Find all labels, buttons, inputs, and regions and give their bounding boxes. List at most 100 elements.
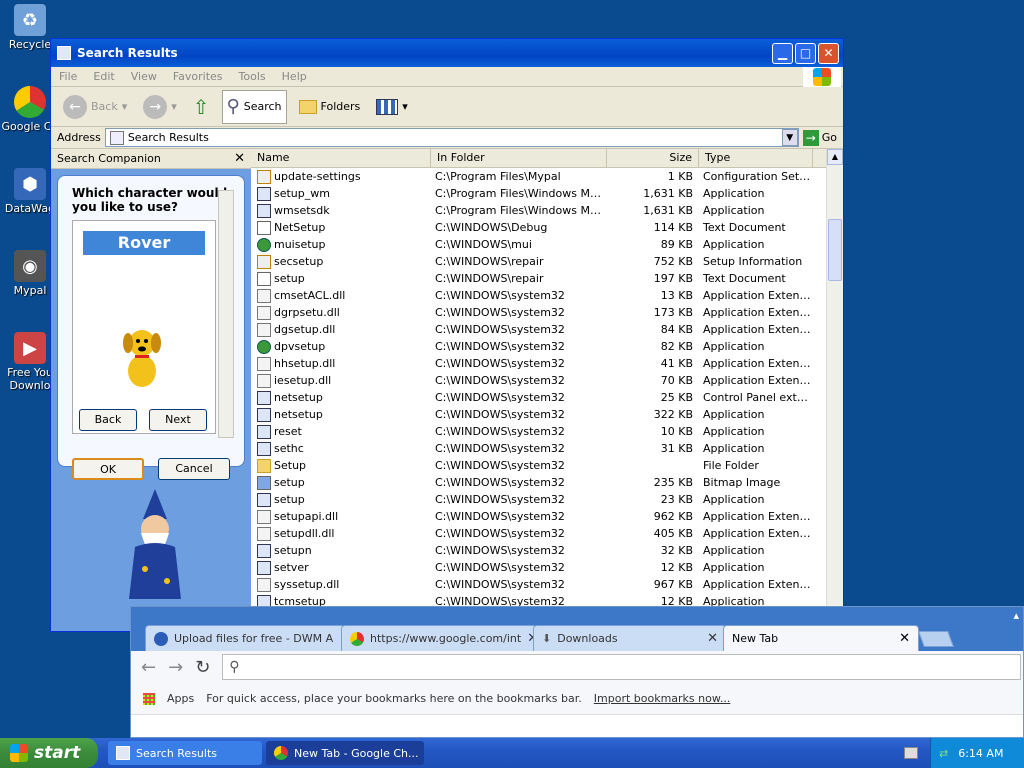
- row-folder: C:\WINDOWS\system32: [435, 459, 565, 472]
- table-row[interactable]: dgsetup.dll C:\WINDOWS\system32 84 KB Appli…: [251, 321, 843, 338]
- scroll-up-icon[interactable]: ▲: [827, 149, 843, 165]
- row-size: 752 KB: [653, 255, 693, 268]
- row-type: Application Extension: [703, 510, 813, 523]
- taskbar-item-search-results[interactable]: Search Results: [108, 741, 262, 765]
- apps-icon[interactable]: [143, 692, 155, 705]
- table-row[interactable]: iesetup.dll C:\WINDOWS\system32 70 KB Appli…: [251, 372, 843, 389]
- table-row[interactable]: Setup C:\WINDOWS\system32 File Folder: [251, 457, 843, 474]
- table-row[interactable]: cmsetACL.dll C:\WINDOWS\system32 13 KB Appl…: [251, 287, 843, 304]
- file-name: reset: [274, 425, 302, 438]
- apps-link[interactable]: Apps: [167, 692, 194, 705]
- datawag-icon: ⬢: [14, 168, 46, 200]
- menu-tools[interactable]: Tools: [239, 70, 266, 83]
- app-file-icon: [257, 560, 271, 575]
- minimize-button[interactable]: ▁: [772, 42, 793, 64]
- start-button[interactable]: start: [0, 738, 98, 768]
- table-row[interactable]: reset C:\WINDOWS\system32 10 KB Application: [251, 423, 843, 440]
- address-field[interactable]: Search Results ▼: [104, 128, 799, 147]
- row-type: File Folder: [703, 459, 759, 472]
- row-type: Application Extension: [703, 374, 813, 387]
- column-header-type[interactable]: Type: [699, 149, 813, 167]
- start-label: start: [34, 743, 81, 763]
- forward-arrow-icon[interactable]: →: [168, 657, 183, 678]
- tab-dwm[interactable]: Upload files for free - DWM A: [145, 625, 345, 651]
- dll-file-icon: [257, 288, 271, 303]
- table-row[interactable]: setup_wm C:\Program Files\Windows Medi...…: [251, 185, 843, 202]
- taskbar-item-chrome[interactable]: New Tab - Google Ch...: [266, 741, 424, 765]
- forward-button[interactable]: → ▾: [139, 90, 181, 124]
- omnibox[interactable]: ⚲: [222, 654, 1021, 680]
- scroll-thumb[interactable]: [828, 219, 842, 281]
- close-button[interactable]: ✕: [818, 42, 839, 64]
- folders-button[interactable]: Folders: [295, 90, 365, 124]
- tab-downloads[interactable]: ⬇ Downloads ✕: [533, 625, 727, 651]
- table-row[interactable]: secsetup C:\WINDOWS\repair 752 KB Setup Inf…: [251, 253, 843, 270]
- address-dropdown-icon[interactable]: ▼: [781, 129, 798, 146]
- import-bookmarks-link[interactable]: Import bookmarks now...: [594, 692, 731, 705]
- back-arrow-icon[interactable]: ←: [141, 657, 156, 678]
- reload-icon[interactable]: ↻: [195, 657, 210, 678]
- row-type: Application: [703, 425, 765, 438]
- dialog-scrollbar[interactable]: [218, 190, 234, 438]
- menu-favorites[interactable]: Favorites: [173, 70, 223, 83]
- table-row[interactable]: setup C:\WINDOWS\system32 235 KB Bitmap Ima…: [251, 474, 843, 491]
- row-type: Application: [703, 442, 765, 455]
- row-size: 197 KB: [653, 272, 693, 285]
- row-name: setup: [251, 492, 431, 507]
- tab-google[interactable]: https://www.google.com/int ✕: [341, 625, 537, 651]
- cancel-button[interactable]: Cancel: [158, 458, 230, 480]
- user-icon[interactable]: ▴: [1013, 609, 1019, 622]
- keyboard-icon[interactable]: [904, 747, 918, 759]
- network-icon[interactable]: ⇄: [939, 747, 948, 760]
- up-folder-button[interactable]: ⇧: [189, 90, 214, 124]
- menu-help[interactable]: Help: [282, 70, 307, 83]
- table-row[interactable]: syssetup.dll C:\WINDOWS\system32 967 KB App…: [251, 576, 843, 593]
- table-row[interactable]: muisetup C:\WINDOWS\mui 89 KB Application: [251, 236, 843, 253]
- table-row[interactable]: NetSetup C:\WINDOWS\Debug 114 KB Text Docum…: [251, 219, 843, 236]
- table-row[interactable]: netsetup C:\WINDOWS\system32 322 KB Applica…: [251, 406, 843, 423]
- table-row[interactable]: dpvsetup C:\WINDOWS\system32 82 KB Applicat…: [251, 338, 843, 355]
- tab-label: New Tab: [732, 632, 779, 645]
- table-row[interactable]: hhsetup.dll C:\WINDOWS\system32 41 KB Appli…: [251, 355, 843, 372]
- back-button[interactable]: ← Back ▾: [59, 90, 131, 124]
- column-header-size[interactable]: Size: [607, 149, 699, 167]
- table-row[interactable]: setupapi.dll C:\WINDOWS\system32 962 KB App…: [251, 508, 843, 525]
- column-header-name[interactable]: Name: [251, 149, 431, 167]
- table-row[interactable]: update-settings C:\Program Files\Mypal 1 K…: [251, 168, 843, 185]
- views-button[interactable]: ▾: [372, 90, 412, 124]
- menu-view[interactable]: View: [131, 70, 157, 83]
- tab-new-tab[interactable]: New Tab ✕: [723, 625, 919, 651]
- go-button[interactable]: → Go: [802, 129, 837, 146]
- maximize-button[interactable]: □: [795, 42, 816, 64]
- row-type: Text Document: [703, 272, 786, 285]
- clock[interactable]: 6:14 AM: [958, 747, 1003, 760]
- table-row[interactable]: setup C:\WINDOWS\repair 197 KB Text Documen…: [251, 270, 843, 287]
- explorer-titlebar[interactable]: Search Results ▁ □ ✕: [51, 39, 843, 67]
- table-row[interactable]: setver C:\WINDOWS\system32 12 KB Applicatio…: [251, 559, 843, 576]
- menu-edit[interactable]: Edit: [93, 70, 114, 83]
- results-scrollbar[interactable]: ▲ ▼: [826, 149, 843, 631]
- character-next-button[interactable]: Next: [149, 409, 207, 431]
- table-row[interactable]: wmsetsdk C:\Program Files\Windows Medi...…: [251, 202, 843, 219]
- table-row[interactable]: dgrpsetu.dll C:\WINDOWS\system32 173 KB App…: [251, 304, 843, 321]
- character-back-button[interactable]: Back: [79, 409, 137, 431]
- search-button[interactable]: ⚲ Search: [221, 89, 287, 124]
- menu-file[interactable]: File: [59, 70, 77, 83]
- table-row[interactable]: setupdll.dll C:\WINDOWS\system32 405 KB App…: [251, 525, 843, 542]
- close-pane-icon[interactable]: ✕: [234, 151, 245, 166]
- row-size: 32 KB: [660, 544, 693, 557]
- table-row[interactable]: sethc C:\WINDOWS\system32 31 KB Application: [251, 440, 843, 457]
- new-tab-button[interactable]: [918, 631, 954, 647]
- tab-close-icon[interactable]: ✕: [707, 631, 718, 646]
- column-header-folder[interactable]: In Folder: [431, 149, 607, 167]
- table-row[interactable]: setup C:\WINDOWS\system32 23 KB Application: [251, 491, 843, 508]
- row-name: dgrpsetu.dll: [251, 305, 431, 320]
- table-row[interactable]: netsetup C:\WINDOWS\system32 25 KB Control …: [251, 389, 843, 406]
- table-row[interactable]: setupn C:\WINDOWS\system32 32 KB Applicatio…: [251, 542, 843, 559]
- dll-file-icon: [257, 577, 271, 592]
- file-name: netsetup: [274, 391, 323, 404]
- views-icon: [376, 98, 399, 115]
- row-folder: C:\WINDOWS\system32: [435, 425, 565, 438]
- ok-button[interactable]: OK: [72, 458, 144, 480]
- tab-close-icon[interactable]: ✕: [899, 631, 910, 646]
